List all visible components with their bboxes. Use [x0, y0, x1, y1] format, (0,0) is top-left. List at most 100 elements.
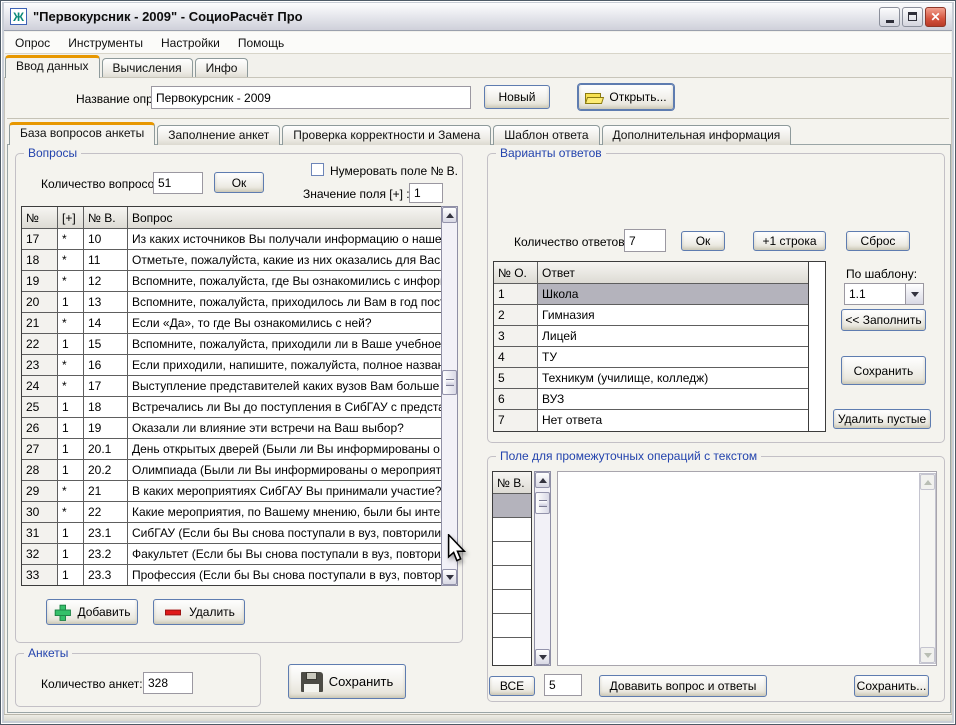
- arrow-down-icon: [924, 653, 932, 658]
- scroll-thumb[interactable]: [442, 370, 457, 395]
- combo-drop-button[interactable]: [905, 284, 923, 304]
- cell: Если «Да», то где Вы ознакомились с ней?: [128, 313, 441, 333]
- cell: Вспомните, пожалуйста, приходилось ли Ва…: [128, 292, 441, 312]
- maximize-button[interactable]: [902, 7, 923, 27]
- subtab-Заполнение анкет[interactable]: Заполнение анкет: [157, 125, 280, 145]
- text-ops-row[interactable]: [493, 638, 531, 662]
- cell: [493, 638, 531, 662]
- template-value: 1.1: [845, 284, 905, 304]
- title-bar[interactable]: Ж "Первокурсник - 2009" - СоциоРасчёт Пр…: [4, 3, 952, 31]
- save-text-ops-button[interactable]: Сохранить...: [854, 675, 929, 697]
- question-row[interactable]: 25118Встречались ли Вы до поступления в …: [22, 397, 441, 418]
- text-ops-scrollbar[interactable]: [534, 471, 551, 666]
- answer-count-ok-button[interactable]: Ок: [681, 231, 725, 251]
- new-survey-button[interactable]: Новый: [484, 85, 550, 109]
- answer-row[interactable]: 7Нет ответа: [494, 410, 808, 431]
- tab-Инфо[interactable]: Инфо: [195, 58, 249, 78]
- answers-table[interactable]: № О.Ответ 1Школа2Гимназия3Лицей4ТУ5Техни…: [493, 261, 809, 432]
- question-row[interactable]: 30*22Какие мероприятия, по Вашему мнению…: [22, 502, 441, 523]
- minimize-button[interactable]: [879, 7, 900, 27]
- add-row-button[interactable]: +1 строка: [753, 231, 826, 251]
- add-question-answers-button[interactable]: Довавить вопрос и ответы: [599, 675, 767, 697]
- question-row[interactable]: 29*21В каких мероприятиях СибГАУ Вы прин…: [22, 481, 441, 502]
- question-count-input[interactable]: [153, 172, 203, 194]
- menu-item-Инструменты[interactable]: Инструменты: [68, 36, 143, 50]
- text-ops-row[interactable]: [493, 614, 531, 638]
- question-row[interactable]: 28120.2Олимпиада (Были ли Вы информирова…: [22, 460, 441, 481]
- questionnaire-count-input[interactable]: [143, 672, 193, 694]
- menu-item-Помощь[interactable]: Помощь: [238, 36, 284, 50]
- question-row[interactable]: 27120.1День открытых дверей (Были ли Вы …: [22, 439, 441, 460]
- text-ops-row[interactable]: [493, 518, 531, 542]
- cell: 16: [84, 355, 128, 375]
- answers-group-label: Варианты ответов: [496, 146, 606, 160]
- text-ops-row[interactable]: [493, 494, 531, 518]
- text-ops-table[interactable]: № В.: [492, 471, 532, 666]
- questions-scrollbar[interactable]: [441, 206, 458, 586]
- scroll-up-button[interactable]: [535, 472, 550, 488]
- answer-row[interactable]: 5Техникум (училище, колледж): [494, 368, 808, 389]
- survey-name-input[interactable]: [151, 86, 471, 109]
- delete-question-button[interactable]: Удалить: [153, 599, 245, 625]
- plus-field-input[interactable]: [409, 183, 443, 203]
- save-questionnaires-button[interactable]: Сохранить: [288, 664, 406, 699]
- text-area-scrollbar[interactable]: [919, 473, 936, 664]
- save-answers-button[interactable]: Сохранить: [841, 356, 926, 385]
- text-operations-area[interactable]: [557, 471, 937, 666]
- tab-Вычисления[interactable]: Вычисления: [102, 58, 193, 78]
- tab-Ввод данных[interactable]: Ввод данных: [5, 55, 100, 78]
- question-row[interactable]: 23*16Если приходили, напишите, пожалуйст…: [22, 355, 441, 376]
- question-row[interactable]: 20113Вспомните, пожалуйста, приходилось …: [22, 292, 441, 313]
- answer-row[interactable]: 1Школа: [494, 284, 808, 305]
- question-row[interactable]: 17*10Из каких источников Вы получали инф…: [22, 229, 441, 250]
- question-row[interactable]: 24*17Выступление представителей каких ву…: [22, 376, 441, 397]
- question-row[interactable]: 26119Оказали ли влияние эти встречи на В…: [22, 418, 441, 439]
- text-ops-count-input[interactable]: [544, 674, 582, 696]
- subtab-Дополнительная информация[interactable]: Дополнительная информация: [602, 125, 792, 145]
- question-count-ok-button[interactable]: Ок: [214, 172, 264, 193]
- scroll-down-button[interactable]: [920, 647, 935, 663]
- answer-row[interactable]: 4ТУ: [494, 347, 808, 368]
- close-button[interactable]: ✕: [925, 7, 946, 27]
- question-row[interactable]: 32123.2Факультет (Если бы Вы снова посту…: [22, 544, 441, 565]
- fill-button[interactable]: << Заполнить: [841, 309, 926, 331]
- all-button[interactable]: ВСЕ: [489, 676, 535, 696]
- sub-tab-bar: База вопросов анкетыЗаполнение анкетПров…: [9, 122, 791, 145]
- cell: 27: [22, 439, 58, 459]
- text-ops-row[interactable]: [493, 566, 531, 590]
- answer-row[interactable]: 3Лицей: [494, 326, 808, 347]
- add-question-button[interactable]: Добавить: [46, 599, 138, 625]
- subtab-База вопросов анкеты[interactable]: База вопросов анкеты: [9, 122, 155, 145]
- cell: Гимназия: [538, 305, 808, 325]
- scroll-thumb[interactable]: [535, 492, 550, 514]
- menu-item-Опрос[interactable]: Опрос: [15, 36, 50, 50]
- question-row[interactable]: 21*14Если «Да», то где Вы ознакомились с…: [22, 313, 441, 334]
- cell: 19: [84, 418, 128, 438]
- delete-empty-button[interactable]: Удалить пустые: [833, 409, 931, 429]
- subtab-Проверка корректности и Замена[interactable]: Проверка корректности и Замена: [282, 125, 491, 145]
- question-row[interactable]: 33123.3Профессия (Если бы Вы снова посту…: [22, 565, 441, 586]
- question-row[interactable]: 31123.1СибГАУ (Если бы Вы снова поступал…: [22, 523, 441, 544]
- column-header: Ответ: [538, 262, 808, 283]
- question-row[interactable]: 19*12Вспомните, пожалуйста, где Вы ознак…: [22, 271, 441, 292]
- subtab-Шаблон ответа[interactable]: Шаблон ответа: [493, 125, 599, 145]
- answer-row[interactable]: 2Гимназия: [494, 305, 808, 326]
- scroll-down-button[interactable]: [442, 569, 457, 585]
- question-row[interactable]: 22115Вспомните, пожалуйста, приходили ли…: [22, 334, 441, 355]
- questions-table[interactable]: №[+]№ В.Вопрос 17*10Из каких источников …: [21, 206, 442, 586]
- answer-count-input[interactable]: [624, 229, 666, 252]
- question-row[interactable]: 18*11Отметьте, пожалуйста, какие из них …: [22, 250, 441, 271]
- scroll-up-button[interactable]: [920, 474, 935, 490]
- template-combobox[interactable]: 1.1: [844, 283, 924, 305]
- scroll-down-button[interactable]: [535, 649, 550, 665]
- cell: 1: [58, 292, 84, 312]
- text-ops-row[interactable]: [493, 542, 531, 566]
- scroll-up-button[interactable]: [442, 207, 457, 223]
- template-label: По шаблону:: [846, 267, 917, 281]
- reset-button[interactable]: Сброс: [846, 231, 910, 251]
- answer-row[interactable]: 6ВУЗ: [494, 389, 808, 410]
- open-survey-button[interactable]: Открыть...: [578, 84, 674, 110]
- text-ops-row[interactable]: [493, 590, 531, 614]
- menu-item-Настройки[interactable]: Настройки: [161, 36, 220, 50]
- numbering-checkbox[interactable]: [311, 163, 324, 176]
